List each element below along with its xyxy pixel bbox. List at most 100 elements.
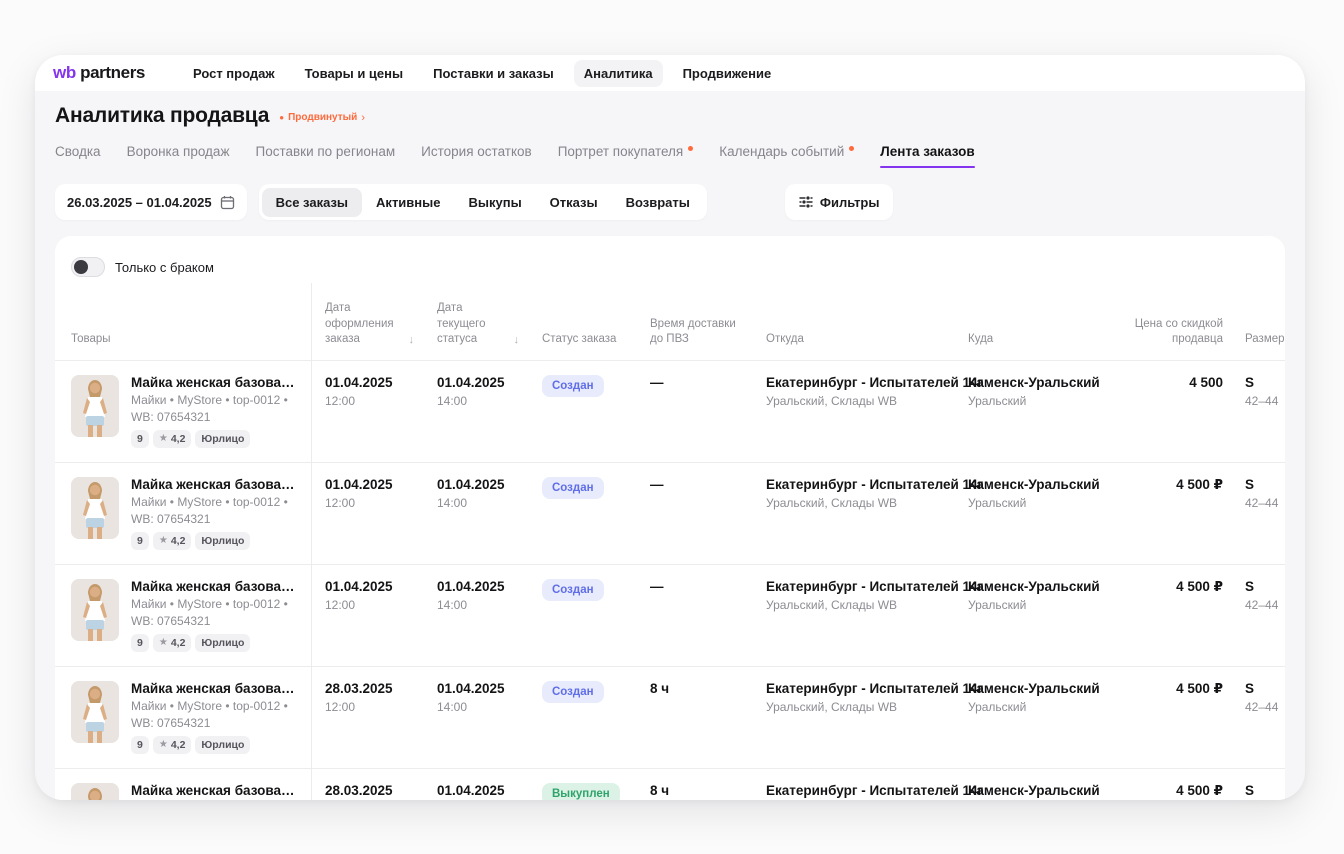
size-range: 42–44	[1245, 496, 1278, 510]
from-address: Екатеринбург - Испытателей 14г	[766, 477, 945, 492]
column-header-from: Откуда	[753, 283, 955, 360]
segment-declines[interactable]: Отказы	[536, 188, 612, 217]
column-header-products: Товары	[71, 283, 312, 360]
to-region: Уральский	[968, 394, 1111, 408]
tab-buyer-portrait[interactable]: Портрет покупателя	[558, 144, 694, 168]
sort-descending-icon[interactable]: ↓	[409, 334, 415, 347]
app-window: wb partners Рост продаж Товары и цены По…	[35, 55, 1305, 800]
from-cell: Екатеринбург - Испытателей 14г Уральский…	[753, 463, 955, 564]
star-icon: ★	[159, 433, 168, 444]
calendar-icon	[220, 195, 235, 210]
status-date-cell: 01.04.2025 14:00	[424, 667, 529, 768]
delivery-cell: —	[637, 361, 753, 462]
filters-button[interactable]: Фильтры	[785, 184, 894, 220]
product-wb-article: WB: 07654321	[131, 716, 299, 730]
to-city: Каменск-Уральский	[968, 579, 1111, 594]
nav-item-promotion[interactable]: Продвижение	[673, 60, 782, 87]
entity-badge: Юрлицо	[195, 736, 250, 754]
product-meta: Майки • MyStore • top-0012 •	[131, 597, 299, 611]
table-row[interactable]: Майка женская базовая под пи… Майки • My…	[55, 666, 1285, 768]
table-row[interactable]: Майка женская базовая под пи… Майки • My…	[55, 462, 1285, 564]
segment-returns[interactable]: Возвраты	[612, 188, 704, 217]
from-cell: Екатеринбург - Испытателей 14г Уральский…	[753, 361, 955, 462]
product-wb-article: WB: 07654321	[131, 614, 299, 628]
order-time: 12:00	[325, 394, 414, 408]
table-row[interactable]: Майка женская базовая под пи… Майки • My…	[55, 360, 1285, 462]
rating-value: 4,2	[171, 739, 186, 751]
product-cell: Майка женская базовая под пи… Майки • My…	[71, 463, 312, 564]
to-cell: Каменск-Уральский Уральский	[955, 361, 1121, 462]
top-navigation: wb partners Рост продаж Товары и цены По…	[35, 55, 1305, 91]
column-header-order-date[interactable]: Дата оформления заказа↓	[312, 283, 424, 360]
column-header-size: Размер	[1223, 283, 1285, 360]
price-value: 4 500 ₽	[1134, 783, 1223, 799]
product-info: Майка женская базовая под пи… Майки • My…	[131, 375, 299, 448]
nav-item-goods-prices[interactable]: Товары и цены	[295, 60, 414, 87]
to-cell: Каменск-Уральский Уральский	[955, 667, 1121, 768]
nav-item-sales-growth[interactable]: Рост продаж	[183, 60, 285, 87]
orders-table-card: Только с браком Товары Дата оформления з…	[55, 236, 1285, 800]
from-cell: Екатеринбург - Испытателей 14г Уральский…	[753, 667, 955, 768]
product-badges: 9 ★4,2 Юрлицо	[131, 430, 299, 448]
tab-stock-history[interactable]: История остатков	[421, 144, 532, 168]
to-city: Каменск-Уральский	[968, 477, 1111, 492]
delivery-cell: 8 ч	[637, 769, 753, 800]
size-value: S	[1245, 783, 1278, 798]
product-image	[71, 375, 119, 437]
product-meta: Майки • MyStore • top-0012 •	[131, 495, 299, 509]
product-image	[71, 681, 119, 743]
rating-badge: ★4,2	[153, 532, 192, 550]
logo-wb: wb	[53, 63, 76, 82]
price-cell: 4 500 ₽	[1121, 565, 1223, 666]
date-range-picker[interactable]: 26.03.2025 – 01.04.2025	[55, 184, 247, 220]
quantity-badge: 9	[131, 736, 149, 754]
star-icon: ★	[159, 637, 168, 648]
status-date: 01.04.2025	[437, 375, 519, 390]
filter-bar: 26.03.2025 – 01.04.2025 Все заказы Актив…	[55, 184, 1285, 220]
nav-item-supplies-orders[interactable]: Поставки и заказы	[423, 60, 564, 87]
defect-only-toggle[interactable]	[71, 257, 105, 277]
product-title: Майка женская базовая под пи…	[131, 375, 299, 390]
order-date: 28.03.2025	[325, 681, 414, 696]
tab-events-calendar[interactable]: Календарь событий	[719, 144, 854, 168]
product-badges: 9 ★4,2 Юрлицо	[131, 532, 299, 550]
sort-descending-icon[interactable]: ↓	[514, 334, 520, 347]
star-icon: ★	[159, 535, 168, 546]
status-date: 01.04.2025	[437, 477, 519, 492]
status-cell: Создан	[529, 361, 637, 462]
toggle-knob	[74, 260, 88, 274]
tab-summary[interactable]: Сводка	[55, 144, 101, 168]
quantity-badge: 9	[131, 430, 149, 448]
table-row[interactable]: Майка женская базовая под пи… Майки • My…	[55, 768, 1285, 800]
tab-sales-funnel[interactable]: Воронка продаж	[127, 144, 230, 168]
status-badge: Создан	[542, 375, 604, 397]
filters-button-label: Фильтры	[820, 195, 880, 210]
status-cell: Выкуплен	[529, 769, 637, 800]
nav-item-analytics[interactable]: Аналитика	[574, 60, 663, 87]
price-cell: 4 500 ₽	[1121, 667, 1223, 768]
wb-partners-logo[interactable]: wb partners	[53, 63, 145, 83]
status-time: 14:00	[437, 394, 519, 408]
segment-active[interactable]: Активные	[362, 188, 454, 217]
to-cell: Каменск-Уральский Уральский	[955, 769, 1121, 800]
tab-orders-feed[interactable]: Лента заказов	[880, 144, 974, 168]
table-body: Майка женская базовая под пи… Майки • My…	[55, 360, 1285, 800]
plan-badge[interactable]: ● Продвинутый ›	[279, 112, 365, 124]
delivery-cell: 8 ч	[637, 667, 753, 768]
order-date: 01.04.2025	[325, 579, 414, 594]
tab-supplies-by-region[interactable]: Поставки по регионам	[255, 144, 395, 168]
rating-value: 4,2	[171, 637, 186, 649]
orange-dot-icon: ●	[279, 114, 284, 122]
segment-buyouts[interactable]: Выкупы	[454, 188, 535, 217]
product-wb-article: WB: 07654321	[131, 410, 299, 424]
status-date: 01.04.2025	[437, 579, 519, 594]
segment-all-orders[interactable]: Все заказы	[262, 188, 362, 217]
size-value: S	[1245, 375, 1278, 390]
product-info: Майка женская базовая под пи… Майки • My…	[131, 579, 299, 652]
column-header-status-date[interactable]: Дата текущего статуса↓	[424, 283, 529, 360]
sliders-icon	[799, 195, 813, 209]
product-cell: Майка женская базовая под пи… Майки • My…	[71, 769, 312, 800]
status-time: 14:00	[437, 700, 519, 714]
status-date-cell: 01.04.2025 14:00	[424, 463, 529, 564]
table-row[interactable]: Майка женская базовая под пи… Майки • My…	[55, 564, 1285, 666]
